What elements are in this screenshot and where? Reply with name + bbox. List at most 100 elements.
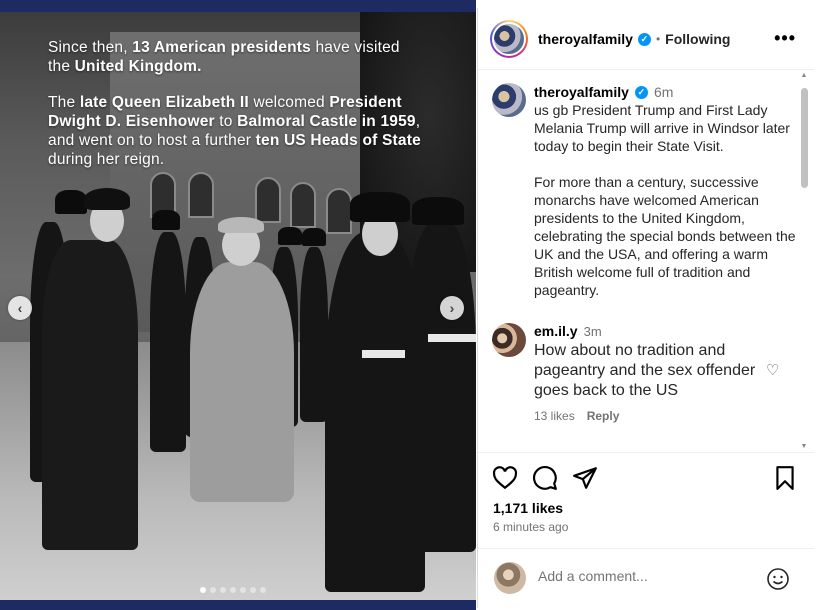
comment-time: 3m [583, 324, 602, 339]
share-send-icon[interactable] [572, 465, 598, 491]
overlay-text-segment: have visited [310, 39, 400, 56]
post-timestamp[interactable]: 6 minutes ago [493, 520, 568, 534]
reply-button[interactable]: Reply [587, 409, 620, 423]
author-username[interactable]: theroyalfamily [538, 31, 633, 47]
comment-item: em.il.y 3m How about no tradition and pa… [534, 323, 774, 423]
carousel-dot[interactable] [210, 587, 216, 593]
carousel-dot[interactable] [250, 587, 256, 593]
like-heart-icon[interactable] [492, 465, 518, 491]
eisenhower-hat [84, 188, 130, 210]
guard-bonnet [278, 227, 302, 245]
verified-badge-icon: ✓ [634, 85, 648, 99]
carousel-dot[interactable] [230, 587, 236, 593]
overlay-line: during her reign. [48, 150, 448, 169]
post-header: theroyalfamily ✓ • Following ••• [478, 8, 814, 70]
castle-window [188, 172, 214, 218]
guard-bonnet [55, 190, 87, 214]
guard-bonnet [412, 197, 464, 225]
guard-belt [428, 334, 476, 342]
author-avatar[interactable] [490, 20, 528, 58]
overlay-bold-text: United Kingdom. [74, 58, 202, 75]
comment-bubble-icon[interactable] [532, 465, 558, 491]
avatar-image [494, 562, 526, 594]
comment-username[interactable]: em.il.y [534, 323, 578, 339]
chevron-left-icon: ‹ [17, 300, 23, 316]
carousel-indicator [200, 587, 266, 593]
guard-figure [300, 247, 328, 422]
carousel-dot[interactable] [240, 587, 246, 593]
separator-dot: • [655, 32, 661, 46]
guard-figure [150, 232, 186, 452]
emoji-icon[interactable] [766, 567, 790, 591]
post-media: Since then, 13 American presidents have … [0, 0, 476, 610]
overlay-line: and went on to host a further ten US Hea… [48, 131, 448, 150]
avatar-image [492, 83, 526, 117]
scroll-down-arrow-icon[interactable]: ▼ [799, 443, 809, 450]
castle-window [326, 188, 352, 234]
overlay-line: Since then, 13 American presidents have … [48, 38, 448, 57]
header-meta: theroyalfamily ✓ • Following [538, 31, 730, 47]
comment-header: em.il.y 3m [534, 323, 774, 339]
carousel-prev-button[interactable]: ‹ [8, 296, 32, 320]
caption-paragraph: For more than a century, successive mona… [534, 174, 796, 298]
guard-bonnet [302, 228, 326, 246]
castle-window [255, 177, 281, 223]
overlay-bold-text: 13 American presidents [132, 39, 311, 56]
chevron-right-icon: › [449, 300, 455, 316]
overlay-text-segment: the [48, 58, 75, 75]
post-overlay-text: Since then, 13 American presidents have … [48, 38, 448, 169]
comment-meta: 13 likes Reply [534, 409, 774, 423]
comment-text: How about no tradition and pageantry and… [534, 342, 756, 399]
post-caption: theroyalfamily ✓ 6m us gb President Trum… [534, 83, 796, 299]
likes-count[interactable]: 1,171 likes [493, 500, 563, 516]
post-actions: 1,171 likes 6 minutes ago [478, 452, 814, 544]
avatar-image [492, 323, 526, 357]
scroll-up-arrow-icon[interactable]: ▲ [799, 72, 809, 79]
overlay-text-segment: , [415, 113, 421, 130]
following-button[interactable]: Following [665, 31, 730, 47]
current-user-avatar [494, 562, 526, 594]
overlay-text-segment: during her reign. [48, 151, 165, 168]
overlay-text-segment: Since then, [48, 39, 133, 56]
overlay-text-segment: to [214, 113, 238, 130]
overlay-text-segment: welcomed [248, 94, 330, 111]
overlay-text-segment: The [48, 94, 80, 111]
save-bookmark-icon[interactable] [772, 465, 798, 491]
scrollbar-thumb[interactable] [801, 88, 808, 188]
overlay-bold-text: late Queen Elizabeth II [79, 94, 249, 111]
overlay-bold-text: Balmoral Castle in 1959 [237, 113, 416, 130]
verified-badge-icon: ✓ [637, 32, 651, 46]
add-comment-bar [478, 548, 814, 608]
avatar-image [492, 22, 526, 56]
caption-time: 6m [653, 84, 674, 100]
overlay-line: the United Kingdom. [48, 57, 448, 76]
guard-bonnet [152, 210, 180, 230]
add-comment-input[interactable] [538, 568, 758, 584]
queen-hat [218, 217, 264, 233]
commenter-avatar[interactable] [492, 323, 526, 357]
comments-scroll-area[interactable]: theroyalfamily ✓ 6m us gb President Trum… [478, 71, 814, 451]
eisenhower-figure [42, 240, 138, 550]
carousel-dot[interactable] [260, 587, 266, 593]
carousel-dot[interactable] [200, 587, 206, 593]
overlay-bold-text: Dwight D. Eisenhower [48, 113, 215, 130]
overlay-bold-text: ten US Heads of State [255, 132, 421, 149]
caption-header: theroyalfamily ✓ 6m [534, 83, 796, 101]
queen-figure [190, 262, 294, 502]
caption-paragraph: us gb President Trump and First Lady Mel… [534, 102, 790, 154]
more-options-icon[interactable]: ••• [774, 28, 796, 49]
caption-avatar[interactable] [492, 83, 526, 117]
comment-likes[interactable]: 13 likes [534, 409, 575, 423]
comments-scrollbar[interactable]: ▲ ▼ [799, 72, 809, 450]
castle-window [290, 182, 316, 228]
overlay-line [48, 76, 448, 93]
comment-like-heart-icon[interactable]: ♡ [766, 361, 779, 379]
overlay-bold-text: President [329, 94, 402, 111]
post-side-panel: theroyalfamily ✓ • Following ••• theroya… [477, 8, 814, 608]
carousel-dot[interactable] [220, 587, 226, 593]
caption-username[interactable]: theroyalfamily [534, 83, 629, 101]
overlay-line: Dwight D. Eisenhower to Balmoral Castle … [48, 112, 448, 131]
overlay-text-segment: and went on to host a further [48, 132, 256, 149]
carousel-next-button[interactable]: › [440, 296, 464, 320]
guard-figure [405, 222, 476, 552]
